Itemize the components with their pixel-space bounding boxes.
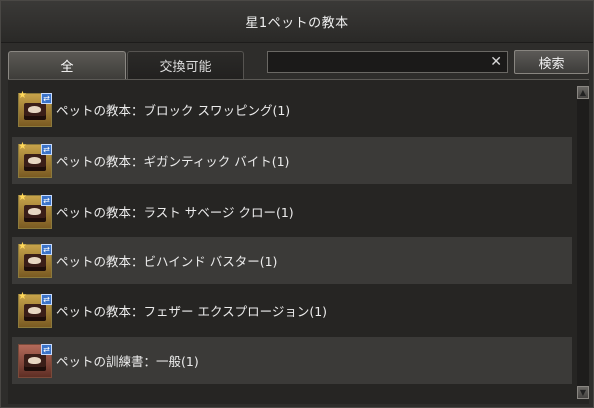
window-title: 星1ペットの教本 xyxy=(1,1,593,43)
search-box: ✕ xyxy=(267,51,508,73)
item-list: ★ ⇄ ペットの教本：ブロック スワッピング(1) ★ ⇄ ペットの教本：ギガンティ… xyxy=(8,79,589,404)
item-label: ペットの教本：フェザー エクスプロージョン(1) xyxy=(56,304,328,319)
pet-book-icon: ★ ⇄ xyxy=(18,141,52,178)
item-label: ペットの訓練書：一般(1) xyxy=(56,354,199,369)
tab-tradable[interactable]: 交換可能 xyxy=(127,51,244,79)
search-input[interactable] xyxy=(272,53,482,71)
list-item[interactable]: ★ ⇄ ペットの教本：ビハインド バスター(1) xyxy=(12,237,572,284)
scrollbar[interactable]: ▲ ▼ xyxy=(577,86,589,399)
item-label: ペットの教本：ブロック スワッピング(1) xyxy=(56,103,291,118)
item-label: ペットの教本：ビハインド バスター(1) xyxy=(56,254,278,269)
item-label: ペットの教本：ラスト サベージ クロー(1) xyxy=(56,205,294,220)
arrow-down-icon[interactable]: ▼ xyxy=(577,386,589,399)
pet-book-icon: ★ ⇄ xyxy=(18,291,52,328)
tab-all[interactable]: 全 xyxy=(8,51,126,79)
list-item[interactable]: ★ ⇄ ペットの教本：フェザー エクスプロージョン(1) xyxy=(12,287,572,334)
training-book-icon: ⇄ xyxy=(18,343,52,378)
item-label: ペットの教本：ギガンティック バイト(1) xyxy=(56,154,290,169)
search-button[interactable]: 検索 xyxy=(514,50,589,74)
list-item[interactable]: ★ ⇄ ペットの教本：ギガンティック バイト(1) xyxy=(12,137,572,184)
list-item[interactable]: ⇄ ペットの訓練書：一般(1) xyxy=(12,337,572,384)
pet-book-window: 星1ペットの教本 全 交換可能 ✕ 検索 ★ ⇄ ペットの教本：ブロック スワッピ… xyxy=(0,0,594,408)
pet-book-icon: ★ ⇄ xyxy=(18,241,52,278)
pet-book-icon: ★ ⇄ xyxy=(18,192,52,229)
list-item[interactable]: ★ ⇄ ペットの教本：ラスト サベージ クロー(1) xyxy=(12,188,572,235)
pet-book-icon: ★ ⇄ xyxy=(18,90,52,127)
close-icon[interactable]: ✕ xyxy=(490,53,502,71)
list-item[interactable]: ★ ⇄ ペットの教本：ブロック スワッピング(1) xyxy=(12,86,572,133)
arrow-up-icon[interactable]: ▲ xyxy=(577,86,589,99)
